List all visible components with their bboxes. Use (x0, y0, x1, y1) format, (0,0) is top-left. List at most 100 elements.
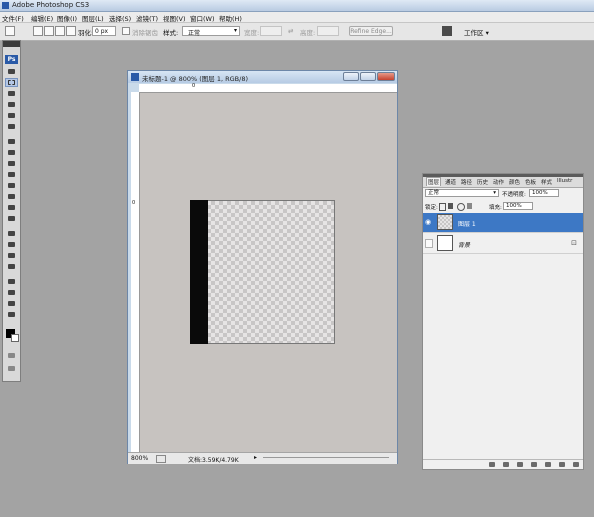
tab-swatches[interactable]: 色板 (525, 178, 536, 186)
line-tool-icon[interactable] (6, 263, 17, 270)
notes-tool-icon[interactable] (6, 278, 17, 285)
eyedropper-tool-icon[interactable] (6, 289, 17, 296)
quick-mask-icon[interactable] (6, 352, 17, 359)
document-status-bar: 800% 文档:3.59K/4.79K ▸ (128, 452, 397, 464)
background-color-swatch[interactable] (11, 334, 19, 342)
blend-mode-select[interactable]: 正常 ▾ (425, 189, 499, 197)
vertical-ruler[interactable]: 0 (131, 92, 140, 453)
path-selection-tool-icon[interactable] (6, 230, 17, 237)
layer-thumbnail (437, 235, 453, 251)
menu-view[interactable]: 视图(V) (163, 13, 186, 23)
type-tool-icon[interactable] (6, 241, 17, 248)
menu-filter[interactable]: 滤镜(T) (136, 13, 158, 23)
canvas-image-transparent[interactable] (190, 200, 335, 344)
tab-paths[interactable]: 路径 (461, 178, 472, 186)
workspace-button[interactable]: 工作区 ▾ (464, 27, 489, 37)
horizontal-ruler[interactable]: 0 (139, 83, 397, 93)
layer-row-background[interactable]: 背景 ⊡ (423, 234, 583, 254)
new-group-icon[interactable] (545, 462, 551, 467)
blur-tool-icon[interactable] (6, 204, 17, 211)
screen-mode-icon[interactable] (6, 365, 17, 372)
tab-layers[interactable]: 图层 (426, 177, 442, 186)
menu-file[interactable]: 文件(F) (2, 13, 24, 23)
tab-channels[interactable]: 通道 (445, 178, 456, 186)
trash-icon[interactable] (573, 462, 579, 467)
menu-help[interactable]: 帮助(H) (219, 13, 242, 23)
lock-label: 锁定: (425, 205, 438, 211)
zoom-tool-icon[interactable] (6, 311, 17, 318)
lock-image-icon[interactable] (448, 203, 453, 209)
style-value: 正常 (188, 30, 201, 37)
lock-position-icon[interactable] (457, 203, 465, 211)
pen-tool-icon[interactable] (6, 252, 17, 259)
magic-wand-tool-icon[interactable] (6, 101, 17, 108)
ruler-left-zero-mark: 0 (132, 200, 136, 206)
ps-logo: Ps (5, 55, 18, 64)
layer-row-layer1[interactable]: ◉ 图层 1 (423, 213, 583, 233)
blend-mode-value: 正常 (428, 190, 440, 196)
lasso-tool-icon[interactable] (6, 90, 17, 97)
history-brush-tool-icon[interactable] (6, 171, 17, 178)
zoom-level[interactable]: 800% (131, 455, 148, 462)
bridge-icon[interactable] (442, 26, 452, 36)
feather-input[interactable]: 0 px (92, 26, 116, 36)
refine-edge-button[interactable]: Refine Edge... (349, 26, 393, 36)
subtract-selection-icon[interactable] (55, 26, 65, 36)
height-input[interactable] (317, 26, 339, 36)
menu-image[interactable]: 图像(I) (57, 13, 77, 23)
clone-stamp-tool-icon[interactable] (6, 160, 17, 167)
width-input[interactable] (260, 26, 282, 36)
tab-color[interactable]: 颜色 (509, 178, 520, 186)
brush-tool-icon[interactable] (6, 149, 17, 156)
swap-icon[interactable]: ⇄ (288, 27, 293, 35)
tab-illustrator[interactable]: Illustr (557, 178, 572, 184)
document-title-bar[interactable]: 未标题-1 @ 800% (图层 1, RGB/8) (128, 71, 397, 83)
tab-actions[interactable]: 动作 (493, 178, 504, 186)
status-bar-icon[interactable] (156, 455, 166, 463)
menu-select[interactable]: 选择(S) (109, 13, 131, 23)
rectangular-marquee-tool-icon[interactable] (5, 78, 18, 87)
menu-edit[interactable]: 编辑(E) (31, 13, 53, 23)
gradient-tool-icon[interactable] (6, 193, 17, 200)
maximize-button[interactable] (360, 72, 376, 81)
link-layers-icon[interactable] (489, 462, 495, 467)
tab-history[interactable]: 历史 (477, 178, 488, 186)
dodge-tool-icon[interactable] (6, 215, 17, 222)
slice-tool-icon[interactable] (6, 123, 17, 130)
app-title: Adobe Photoshop CS3 (12, 1, 90, 9)
hand-tool-icon[interactable] (6, 300, 17, 307)
minimize-button[interactable] (343, 72, 359, 81)
antialias-label: 消除锯齿 (132, 29, 158, 37)
menu-layer[interactable]: 图层(L) (82, 13, 104, 23)
close-button[interactable] (377, 72, 395, 81)
menu-window[interactable]: 窗口(W) (190, 13, 215, 23)
layer-mask-icon[interactable] (517, 462, 523, 467)
move-tool-icon[interactable] (6, 68, 17, 75)
style-select[interactable]: 正常 ▾ (182, 26, 240, 37)
add-selection-icon[interactable] (44, 26, 54, 36)
tab-styles[interactable]: 样式 (541, 178, 552, 186)
layer-style-icon[interactable] (503, 462, 509, 467)
status-menu-arrow-icon[interactable]: ▸ (254, 454, 257, 461)
lock-transparent-icon[interactable] (439, 203, 446, 211)
adjustment-layer-icon[interactable] (531, 462, 537, 467)
photoshop-app-icon (2, 2, 9, 9)
intersect-selection-icon[interactable] (66, 26, 76, 36)
antialias-checkbox[interactable] (122, 27, 130, 35)
ruler-zero-mark: 0 (192, 83, 196, 89)
crop-tool-icon[interactable] (6, 112, 17, 119)
marquee-tool-preset-icon[interactable] (5, 26, 15, 36)
new-layer-icon[interactable] (559, 462, 565, 467)
layer-name: 背景 (458, 242, 471, 249)
tools-panel-grip[interactable] (3, 41, 20, 47)
eye-icon-hidden[interactable] (425, 239, 433, 248)
eye-icon[interactable]: ◉ (425, 218, 433, 227)
eraser-tool-icon[interactable] (6, 182, 17, 189)
horizontal-scrollbar[interactable] (263, 457, 389, 459)
new-selection-icon[interactable] (33, 26, 43, 36)
healing-brush-tool-icon[interactable] (6, 138, 17, 145)
opacity-value: 100% (532, 190, 548, 196)
lock-all-icon[interactable] (467, 203, 472, 209)
opacity-input[interactable]: 100% (529, 189, 559, 197)
fill-input[interactable]: 100% (503, 202, 533, 210)
